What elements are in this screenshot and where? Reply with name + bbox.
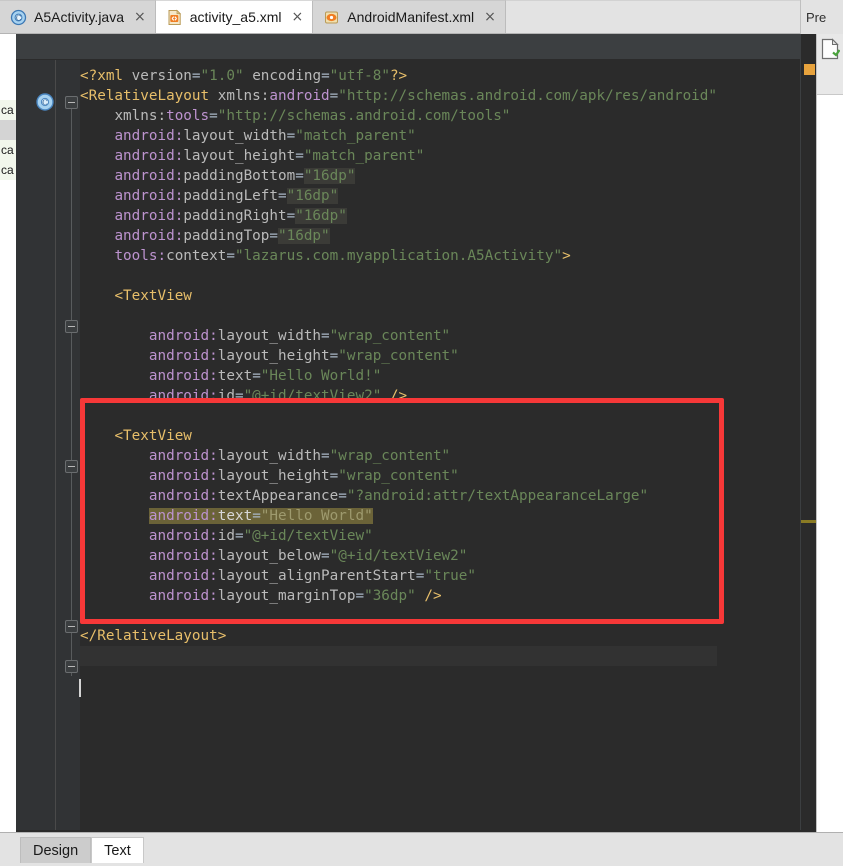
code-line: android:layout_height="match_parent" xyxy=(114,148,425,164)
editor-top-strip xyxy=(16,34,800,60)
preview-panel-header[interactable]: Pre xyxy=(800,0,843,34)
code-line: android:textAppearance="?android:attr/te… xyxy=(148,488,649,504)
tab-design[interactable]: Design xyxy=(20,836,92,863)
code-line: android:paddingBottom="16dp" xyxy=(114,168,356,184)
project-tree-item-selected[interactable] xyxy=(0,120,16,140)
java-class-gutter-icon[interactable]: C xyxy=(36,93,54,111)
code-line: <TextView xyxy=(114,428,192,444)
code-editor[interactable]: C <?xml version="1.0" encoding="utf-8"?>… xyxy=(16,34,800,832)
fold-toggle-root[interactable] xyxy=(65,96,78,109)
editor-marker-scrollbar[interactable] xyxy=(800,34,817,832)
code-line: android:paddingLeft="16dp" xyxy=(114,188,339,204)
code-line: android:layout_below="@+id/textView2" xyxy=(148,548,468,564)
preview-panel-label: Pre xyxy=(806,9,827,25)
code-line-current xyxy=(80,646,717,666)
project-tree-item[interactable]: ca xyxy=(0,160,16,180)
svg-text:C: C xyxy=(42,98,48,107)
code-line: </RelativeLayout> xyxy=(80,628,227,644)
java-class-icon: C xyxy=(10,9,27,26)
source-code[interactable]: <?xml version="1.0" encoding="utf-8"?> <R… xyxy=(80,60,717,666)
project-tree-item[interactable]: ca xyxy=(0,100,16,120)
editor-mode-tab-bar: Design Text xyxy=(0,832,843,866)
text-caret xyxy=(79,679,81,697)
mode-tab-bar-empty-area xyxy=(143,836,843,863)
fold-guide-line xyxy=(71,96,72,676)
code-line: android:paddingTop="16dp" xyxy=(114,228,330,244)
editor-tab-label: AndroidManifest.xml xyxy=(347,9,475,25)
preview-panel-body xyxy=(817,94,843,832)
fold-toggle-textview1[interactable] xyxy=(65,320,78,333)
new-file-icon[interactable] xyxy=(820,38,841,60)
fold-toggle-textview2-end[interactable] xyxy=(65,620,78,633)
code-line: android:layout_alignParentStart="true" xyxy=(148,568,476,584)
find-match-marker[interactable] xyxy=(801,520,817,523)
editor-gutter[interactable] xyxy=(16,60,56,832)
code-line: android:layout_width="match_parent" xyxy=(114,128,416,144)
android-manifest-icon xyxy=(323,9,340,26)
code-line: tools:context="lazarus.com.myapplication… xyxy=(114,248,571,264)
preview-side-panel[interactable] xyxy=(816,34,843,832)
code-line: android:text="Hello World!" xyxy=(148,368,382,384)
code-line: <TextView xyxy=(114,288,192,304)
project-tree-strip[interactable]: ca ca ca xyxy=(0,34,16,832)
code-line: xmlns:tools="http://schemas.android.com/… xyxy=(114,108,511,124)
code-line: <RelativeLayout xmlns:android="http://sc… xyxy=(80,88,717,104)
code-line: android:layout_height="wrap_content" xyxy=(148,348,459,364)
code-folding-strip[interactable] xyxy=(56,60,80,832)
svg-text:C: C xyxy=(16,14,21,22)
close-icon[interactable]: × xyxy=(134,10,146,24)
code-line: android:id="@+id/textView" xyxy=(148,528,373,544)
project-tree-item[interactable]: ca xyxy=(0,140,16,160)
tab-bar-empty-area xyxy=(505,0,843,33)
code-line: android:layout_marginTop="36dp" /> xyxy=(148,588,442,604)
tab-text[interactable]: Text xyxy=(91,836,144,863)
code-line: <?xml version="1.0" encoding="utf-8"?> xyxy=(80,68,408,84)
code-line-search-match: android:text="Hello World" xyxy=(148,508,373,524)
warning-marker-icon[interactable] xyxy=(804,64,815,75)
editor-tab-a5activity-java[interactable]: C A5Activity.java × xyxy=(0,0,156,33)
code-line: android:layout_height="wrap_content" xyxy=(148,468,459,484)
code-line: android:paddingRight="16dp" xyxy=(114,208,347,224)
close-icon[interactable]: × xyxy=(292,10,304,24)
android-studio-editor-window: C A5Activity.java × activity_a5.xml × An… xyxy=(0,0,843,866)
close-icon[interactable]: × xyxy=(484,10,496,24)
fold-toggle-root-end[interactable] xyxy=(65,660,78,673)
code-text-area[interactable]: <?xml version="1.0" encoding="utf-8"?> <R… xyxy=(80,60,800,832)
code-line: android:id="@+id/textView2" /> xyxy=(148,388,408,404)
editor-tab-bar: C A5Activity.java × activity_a5.xml × An… xyxy=(0,0,843,34)
editor-tab-androidmanifest-xml[interactable]: AndroidManifest.xml × xyxy=(313,0,506,33)
editor-tab-label: activity_a5.xml xyxy=(189,9,282,25)
editor-tab-label: A5Activity.java xyxy=(34,9,124,25)
code-line: android:layout_width="wrap_content" xyxy=(148,448,451,464)
code-line: android:layout_width="wrap_content" xyxy=(148,328,451,344)
android-xml-icon xyxy=(166,9,183,26)
fold-toggle-textview2[interactable] xyxy=(65,460,78,473)
editor-tab-activity-a5-xml[interactable]: activity_a5.xml × xyxy=(155,0,314,33)
